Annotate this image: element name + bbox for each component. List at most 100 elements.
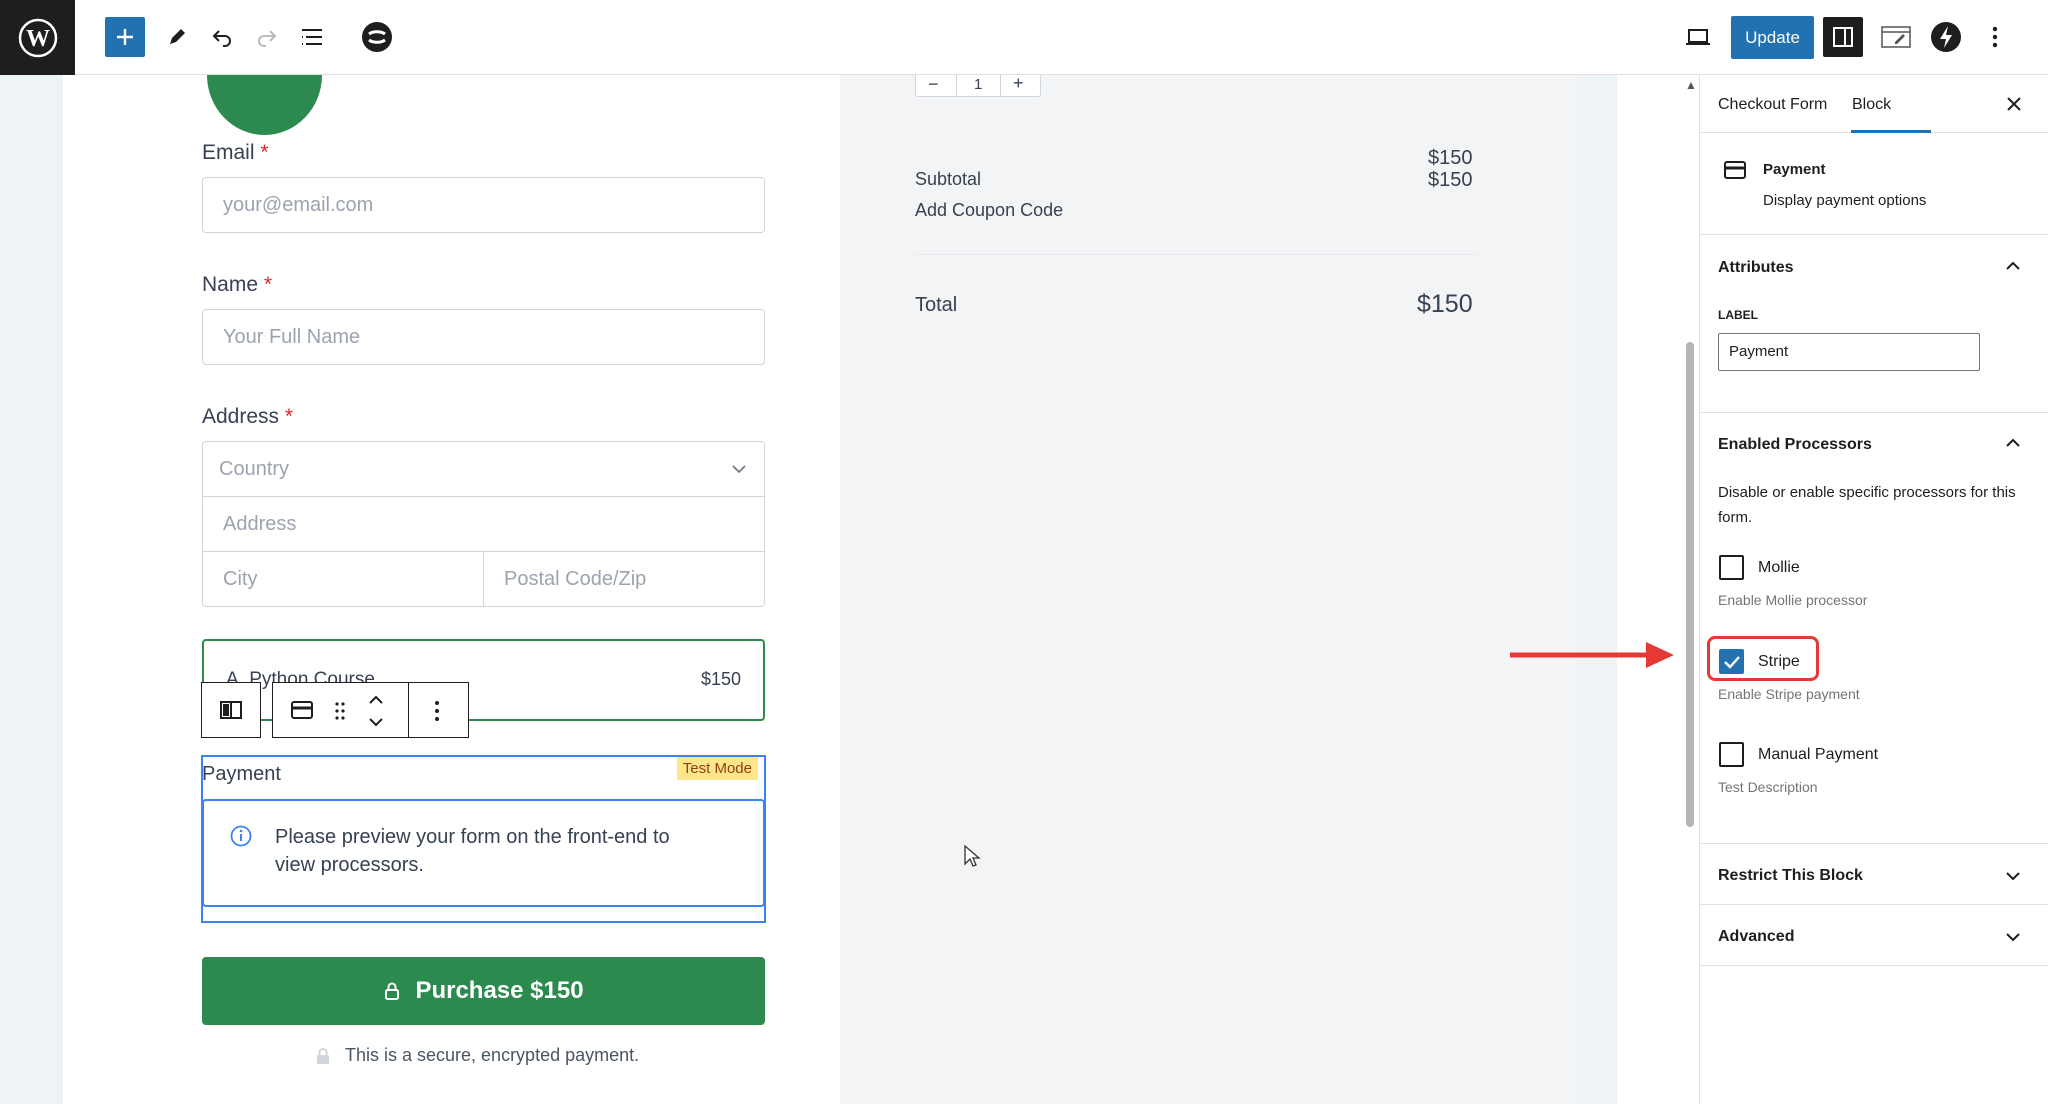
processor-notice: Please preview your form on the front-en…	[202, 799, 765, 907]
canvas-scrollbar-thumb[interactable]	[1686, 342, 1694, 827]
manual-payment-help: Test Description	[1718, 779, 1818, 795]
highlight-arrow-icon	[1510, 642, 1674, 668]
chevron-up-icon[interactable]	[2006, 261, 2020, 271]
payment-label: Payment	[202, 763, 281, 785]
mollie-help: Enable Mollie processor	[1718, 592, 1868, 608]
document-overview-icon[interactable]	[292, 17, 332, 57]
sidebar-divider	[1700, 843, 2048, 844]
drag-handle-icon[interactable]	[334, 701, 346, 721]
city-placeholder: City	[223, 567, 258, 590]
sidebar-divider	[1700, 965, 2048, 966]
subtotal-label: Subtotal	[915, 169, 982, 189]
summary-divider	[915, 254, 1477, 255]
label-input[interactable]: Payment	[1718, 333, 1980, 371]
secure-note: This is a secure, encrypted payment.	[315, 1045, 639, 1066]
add-coupon-link[interactable]: Add Coupon Code	[915, 200, 1063, 221]
manual-payment-checkbox[interactable]	[1719, 742, 1744, 767]
advanced-panel-toggle[interactable]: Advanced	[1718, 928, 1794, 946]
name-placeholder: Your Full Name	[223, 325, 361, 348]
settings-sidebar-toggle-icon[interactable]	[1823, 17, 1863, 57]
editor-top-bar: W Update	[0, 0, 2048, 75]
increment-icon[interactable]: +	[1013, 75, 1024, 94]
block-parent-selector-button[interactable]	[201, 682, 261, 738]
mollie-label[interactable]: Mollie	[1758, 559, 1800, 577]
product-price: $150	[700, 669, 741, 689]
template-editor-icon[interactable]	[1876, 17, 1916, 57]
notice-text: Please preview your form on the front-en…	[275, 826, 670, 876]
block-options-icon[interactable]	[434, 700, 440, 722]
stripe-checkbox[interactable]	[1719, 649, 1744, 674]
sidebar-tabs: Checkout Form Block	[1700, 75, 2048, 133]
canvas-margin	[1617, 75, 1686, 1104]
secure-lock-icon	[317, 1047, 329, 1064]
stepper-divider	[956, 75, 957, 96]
wordpress-logo-icon[interactable]: W	[0, 0, 75, 75]
block-description: Display payment options	[1763, 192, 1927, 209]
columns-icon	[220, 701, 242, 719]
block-toolbar	[272, 682, 469, 738]
country-select[interactable]: Country	[202, 441, 765, 497]
surecart-logo-icon[interactable]	[357, 17, 397, 57]
canvas-gutter	[1577, 75, 1617, 1104]
label-input-value: Payment	[1729, 343, 1789, 360]
payment-card-icon[interactable]	[291, 701, 313, 719]
move-up-down-icon[interactable]	[368, 693, 384, 729]
stepper-divider	[1000, 75, 1001, 96]
payment-block[interactable]: Payment Test Mode Please preview your fo…	[201, 755, 766, 923]
postal-code-field[interactable]: Postal Code/Zip	[483, 551, 765, 607]
redo-icon[interactable]	[247, 17, 287, 57]
postal-placeholder: Postal Code/Zip	[504, 567, 647, 590]
city-field[interactable]: City	[202, 551, 484, 607]
svg-text:W: W	[26, 26, 50, 52]
name-field[interactable]: Your Full Name	[202, 309, 765, 365]
settings-sidebar: Checkout Form Block Payment Display paym…	[1699, 75, 2048, 1104]
address-label: Address *	[202, 405, 294, 428]
bolt-plugin-icon[interactable]	[1926, 17, 1966, 57]
undo-icon[interactable]	[202, 17, 242, 57]
tab-block[interactable]: Block	[1852, 96, 1891, 114]
address-placeholder: Address	[223, 512, 297, 535]
decrement-icon[interactable]: −	[928, 75, 939, 95]
sidebar-divider	[1700, 412, 2048, 413]
chevron-up-icon[interactable]	[2006, 438, 2020, 448]
scroll-up-arrow-icon[interactable]: ▲	[1685, 78, 1697, 92]
sidebar-divider	[1700, 904, 2048, 905]
sidebar-divider	[1700, 234, 2048, 235]
stripe-label[interactable]: Stripe	[1758, 653, 1800, 671]
close-icon[interactable]	[2006, 96, 2022, 112]
chevron-down-icon[interactable]	[2006, 871, 2020, 881]
test-mode-badge: Test Mode	[676, 757, 758, 780]
add-block-button[interactable]	[105, 17, 145, 57]
pencil-tool-icon[interactable]	[157, 17, 197, 57]
name-label: Name *	[202, 273, 273, 296]
info-icon	[230, 825, 252, 847]
email-placeholder: your@email.com	[223, 193, 374, 216]
attributes-panel-toggle[interactable]: Attributes	[1718, 259, 1794, 277]
stripe-help: Enable Stripe payment	[1718, 686, 1860, 702]
tab-checkout-form[interactable]: Checkout Form	[1718, 96, 1827, 114]
toolbar-divider	[408, 683, 409, 737]
payment-card-icon	[1724, 161, 1746, 179]
quantity-value: 1	[974, 76, 983, 93]
chevron-down-icon[interactable]	[2006, 932, 2020, 942]
email-label: Email *	[202, 141, 269, 164]
mollie-checkbox[interactable]	[1719, 555, 1744, 580]
manual-payment-label[interactable]: Manual Payment	[1758, 746, 1878, 764]
line-item-price: $150	[1428, 147, 1473, 169]
quantity-stepper[interactable]: − 1 +	[915, 75, 1041, 97]
restrict-block-panel-toggle[interactable]: Restrict This Block	[1718, 867, 1863, 885]
lock-icon	[385, 982, 400, 1000]
checkmark-icon	[1723, 655, 1740, 669]
address-field[interactable]: Address	[202, 496, 765, 552]
email-field[interactable]: your@email.com	[202, 177, 765, 233]
editor-canvas: Email * your@email.com Name * Your Full …	[0, 75, 1686, 1104]
purchase-button[interactable]: Purchase $150	[202, 957, 765, 1025]
subtotal-value: $150	[1428, 169, 1473, 191]
block-title: Payment	[1763, 161, 1826, 178]
mouse-cursor-icon	[964, 844, 981, 867]
more-options-icon[interactable]	[1975, 17, 2015, 57]
device-preview-icon[interactable]	[1678, 17, 1718, 57]
order-summary-column	[840, 75, 1577, 1104]
update-button[interactable]: Update	[1731, 16, 1814, 59]
processors-panel-toggle[interactable]: Enabled Processors	[1718, 436, 1872, 454]
